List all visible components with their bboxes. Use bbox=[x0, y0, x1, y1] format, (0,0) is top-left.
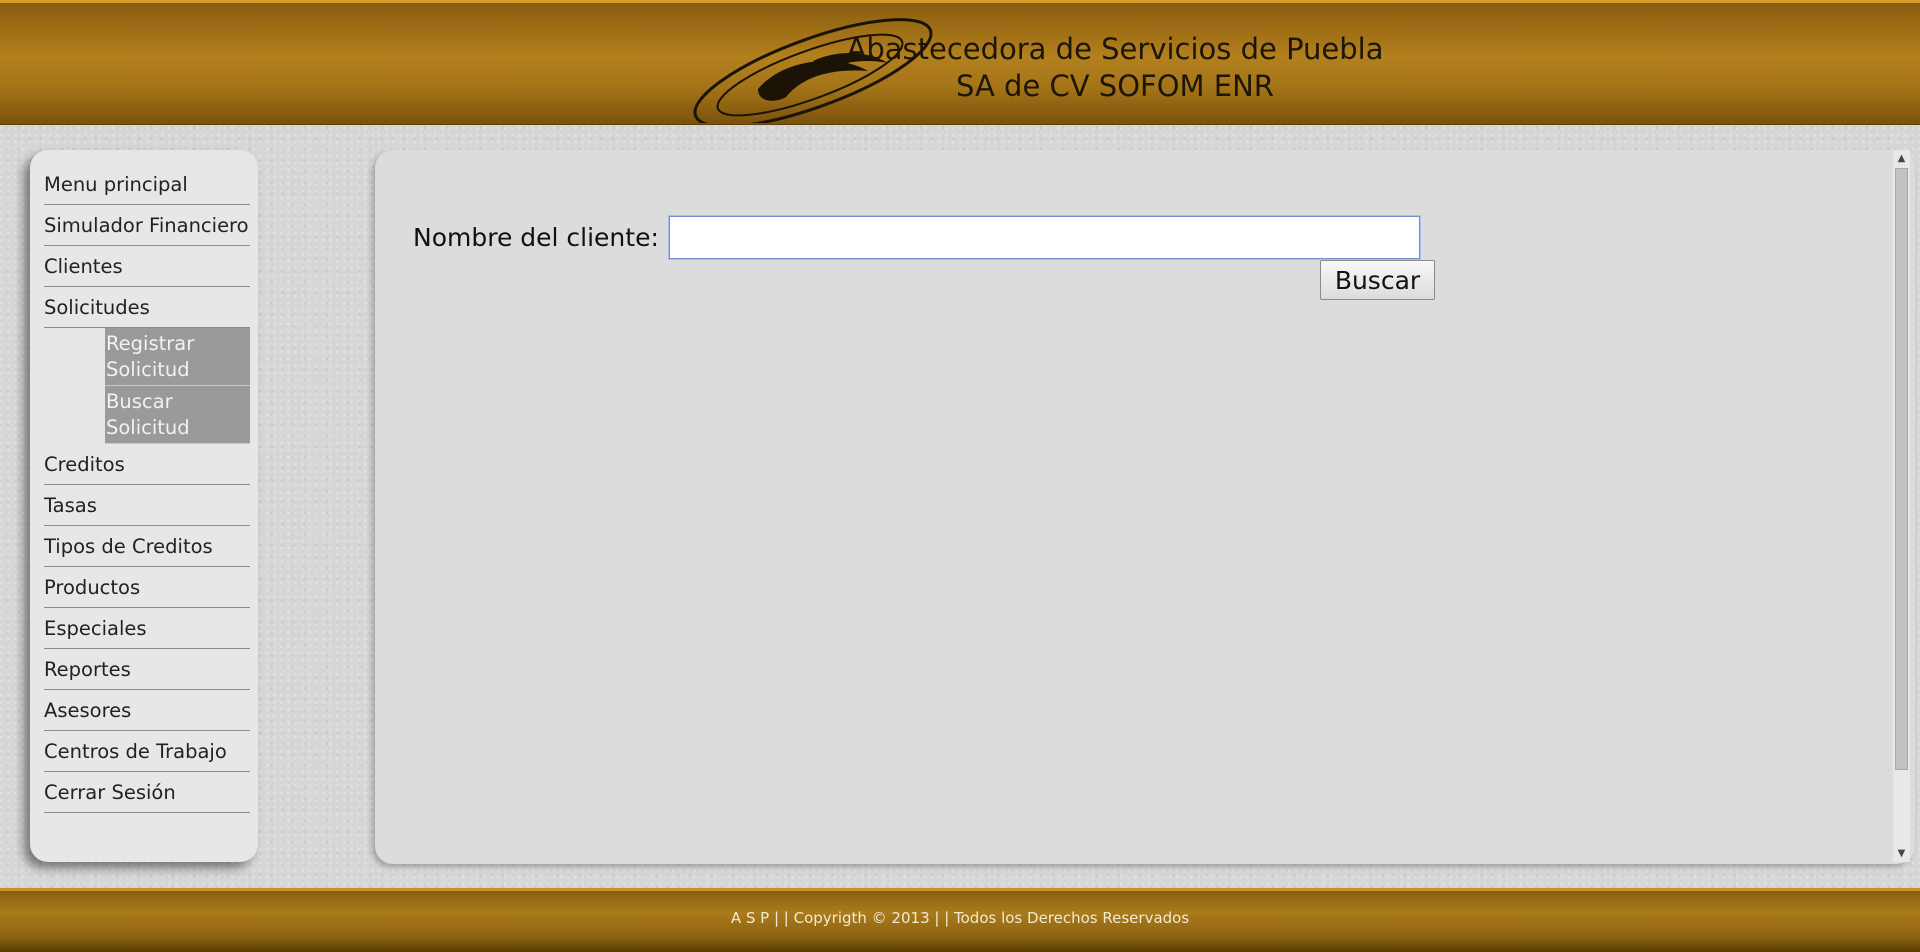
sidebar-item-cerrar-sesion[interactable]: Cerrar Sesión bbox=[44, 772, 250, 813]
sidebar-item-clientes[interactable]: Clientes bbox=[44, 246, 250, 287]
scroll-down-icon[interactable]: ▼ bbox=[1893, 845, 1910, 862]
scrollbar-thumb[interactable] bbox=[1895, 168, 1908, 770]
search-form-row: Nombre del cliente: bbox=[413, 215, 1421, 260]
sidebar-item-tasas[interactable]: Tasas bbox=[44, 485, 250, 526]
scroll-up-icon[interactable]: ▲ bbox=[1893, 150, 1910, 167]
footer-copyright: A S P | | Copyrigth © 2013 | | Todos los… bbox=[730, 909, 1190, 927]
content-scrollbar[interactable]: ▲ ▼ bbox=[1893, 150, 1910, 862]
sidebar-item-especiales[interactable]: Especiales bbox=[44, 608, 250, 649]
sidebar-item-solicitudes[interactable]: Solicitudes bbox=[44, 287, 250, 328]
content-panel: Nombre del cliente: Buscar bbox=[375, 150, 1915, 864]
sidebar-menu: Menu principal Simulador Financiero Clie… bbox=[30, 150, 258, 862]
submenu-item-buscar-solicitud[interactable]: Buscar Solicitud bbox=[105, 386, 250, 444]
header-banner: Abastecedora de Servicios de Puebla SA d… bbox=[0, 0, 1920, 125]
sidebar-item-tipos-de-creditos[interactable]: Tipos de Creditos bbox=[44, 526, 250, 567]
sidebar-item-simulador-financiero[interactable]: Simulador Financiero bbox=[44, 205, 250, 246]
sidebar-item-reportes[interactable]: Reportes bbox=[44, 649, 250, 690]
buscar-button[interactable]: Buscar bbox=[1320, 260, 1435, 300]
sidebar-item-asesores[interactable]: Asesores bbox=[44, 690, 250, 731]
company-name-line2: SA de CV SOFOM ENR bbox=[956, 69, 1274, 103]
submenu-item-registrar-solicitud[interactable]: Registrar Solicitud bbox=[105, 328, 250, 386]
footer-bar: A S P | | Copyrigth © 2013 | | Todos los… bbox=[0, 888, 1920, 952]
solicitudes-submenu: Registrar Solicitud Buscar Solicitud bbox=[105, 328, 250, 444]
client-name-label: Nombre del cliente: bbox=[413, 223, 659, 252]
sidebar-item-menu-principal[interactable]: Menu principal bbox=[44, 166, 250, 205]
sidebar-item-productos[interactable]: Productos bbox=[44, 567, 250, 608]
company-name: Abastecedora de Servicios de Puebla SA d… bbox=[780, 31, 1450, 105]
sidebar-item-centros-de-trabajo[interactable]: Centros de Trabajo bbox=[44, 731, 250, 772]
client-name-input[interactable] bbox=[667, 215, 1421, 260]
company-name-line1: Abastecedora de Servicios de Puebla bbox=[846, 32, 1384, 66]
sidebar-item-creditos[interactable]: Creditos bbox=[44, 444, 250, 485]
